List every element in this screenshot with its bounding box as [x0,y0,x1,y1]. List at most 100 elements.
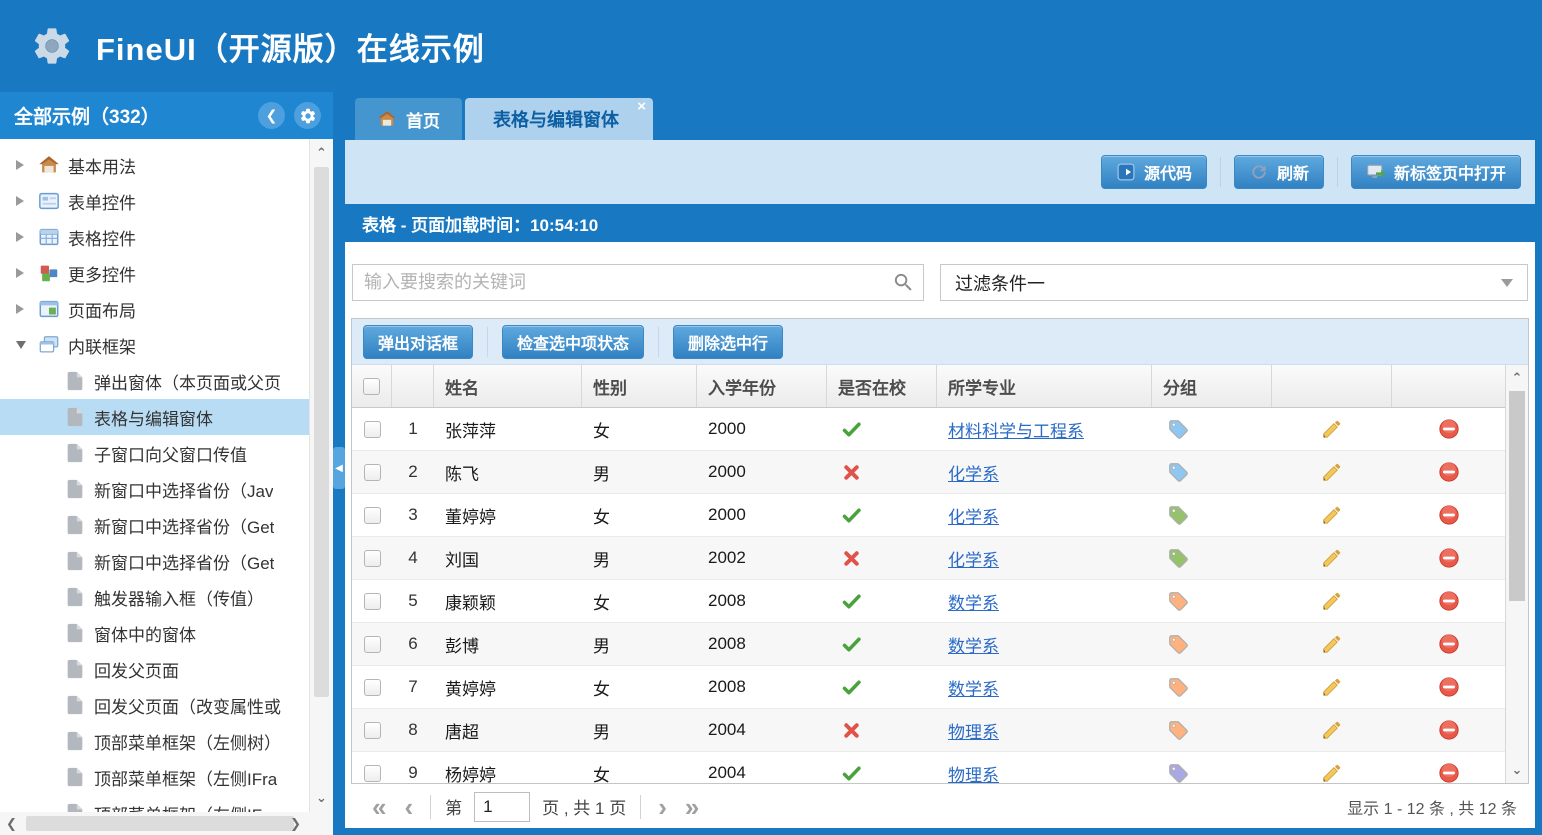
row-checkbox[interactable] [364,507,381,524]
scroll-right-icon[interactable]: ❯ [290,816,301,832]
delete-row-icon[interactable] [1438,418,1460,440]
major-link[interactable]: 物理系 [948,718,999,743]
tree-item-leaf-16[interactable]: 顶部菜单框架（左侧树） [0,723,309,759]
grid-button-1[interactable]: 检查选中项状态 [502,325,644,359]
tree-item-branch-4[interactable]: 页面布局 [0,291,309,327]
tree-item-leaf-7[interactable]: 表格与编辑窗体 [0,399,309,435]
sidebar-collapse-button[interactable]: ❮ [258,102,285,129]
delete-row-icon[interactable] [1438,762,1460,783]
row-checkbox[interactable] [364,593,381,610]
tree-item-leaf-12[interactable]: 触发器输入框（传值） [0,579,309,615]
sidebar-horizontal-scrollbar[interactable]: ❮ ❯ [0,812,333,835]
row-checkbox[interactable] [364,636,381,653]
major-link[interactable]: 数学系 [948,675,999,700]
row-checkbox[interactable] [364,421,381,438]
tree-item-leaf-11[interactable]: 新窗口中选择省份（Get [0,543,309,579]
edit-pencil-icon[interactable] [1321,762,1343,783]
delete-row-icon[interactable] [1438,547,1460,569]
expand-arrow-icon[interactable] [16,268,32,278]
edit-pencil-icon[interactable] [1321,504,1343,526]
row-checkbox[interactable] [364,765,381,782]
tree-item-branch-1[interactable]: 表单控件 [0,183,309,219]
edit-pencil-icon[interactable] [1321,418,1343,440]
grid-vertical-scrollbar[interactable]: ⌃ ⌄ [1505,365,1528,783]
tree-item-leaf-6[interactable]: 弹出窗体（本页面或父页 [0,363,309,399]
expand-arrow-icon[interactable] [16,232,32,242]
tree-item-leaf-8[interactable]: 子窗口向父窗口传值 [0,435,309,471]
major-link[interactable]: 化学系 [948,503,999,528]
table-row-9[interactable]: 9杨婷婷女2004物理系 [352,752,1505,783]
sidebar-vertical-scrollbar[interactable]: ⌃ ⌄ [309,139,333,812]
delete-row-icon[interactable] [1438,461,1460,483]
expand-arrow-icon[interactable] [16,160,32,170]
first-page-button[interactable]: « [372,797,386,817]
tree-item-leaf-18[interactable]: 顶部菜单框架（左侧IFra [0,795,309,812]
edit-pencil-icon[interactable] [1321,547,1343,569]
delete-row-icon[interactable] [1438,504,1460,526]
page-number-input[interactable] [474,792,530,822]
major-link[interactable]: 数学系 [948,632,999,657]
major-link[interactable]: 物理系 [948,761,999,784]
toolbar-button-2[interactable]: 新标签页中打开 [1351,155,1521,189]
row-checkbox[interactable] [364,679,381,696]
row-checkbox[interactable] [364,550,381,567]
major-link[interactable]: 数学系 [948,589,999,614]
major-link[interactable]: 化学系 [948,460,999,485]
tree-item-leaf-17[interactable]: 顶部菜单框架（左侧IFra [0,759,309,795]
toolbar-button-1[interactable]: 刷新 [1234,155,1324,189]
edit-pencil-icon[interactable] [1321,719,1343,741]
table-row-1[interactable]: 1张萍萍女2000材料科学与工程系 [352,408,1505,451]
prev-page-button[interactable]: ‹ [404,797,413,817]
tab-1-active[interactable]: 表格与编辑窗体× [465,98,653,140]
tree-item-branch-3[interactable]: 更多控件 [0,255,309,291]
table-row-5[interactable]: 5康颖颖女2008数学系 [352,580,1505,623]
table-row-8[interactable]: 8唐超男2004物理系 [352,709,1505,752]
sidebar-settings-button[interactable] [294,102,321,129]
select-all-checkbox[interactable] [363,378,380,395]
edit-pencil-icon[interactable] [1321,461,1343,483]
row-checkbox[interactable] [364,722,381,739]
tree-item-leaf-10[interactable]: 新窗口中选择省份（Get [0,507,309,543]
tree-item-leaf-13[interactable]: 窗体中的窗体 [0,615,309,651]
scroll-left-icon[interactable]: ❮ [6,816,17,832]
table-row-2[interactable]: 2陈飞男2000化学系 [352,451,1505,494]
search-input[interactable] [352,264,924,301]
delete-row-icon[interactable] [1438,676,1460,698]
scrollbar-thumb[interactable] [26,816,294,831]
table-row-7[interactable]: 7黄婷婷女2008数学系 [352,666,1505,709]
row-checkbox[interactable] [364,464,381,481]
scroll-up-icon[interactable]: ⌃ [1506,370,1528,386]
edit-pencil-icon[interactable] [1321,676,1343,698]
tree-item-branch-5[interactable]: 内联框架 [0,327,309,363]
tree-item-leaf-15[interactable]: 回发父页面（改变属性或 [0,687,309,723]
delete-row-icon[interactable] [1438,633,1460,655]
filter-dropdown[interactable]: 过滤条件一 [940,264,1528,301]
tab-close-icon[interactable]: × [637,100,646,114]
edit-pencil-icon[interactable] [1321,633,1343,655]
search-icon[interactable] [892,271,915,299]
collapse-arrow-icon[interactable] [16,341,32,349]
tree-item-leaf-14[interactable]: 回发父页面 [0,651,309,687]
next-page-button[interactable]: › [658,797,667,817]
table-row-6[interactable]: 6彭博男2008数学系 [352,623,1505,666]
table-row-3[interactable]: 3董婷婷女2000化学系 [352,494,1505,537]
tree-item-branch-0[interactable]: 基本用法 [0,147,309,183]
table-row-4[interactable]: 4刘国男2002化学系 [352,537,1505,580]
tab-0[interactable]: 首页 [355,98,462,140]
grid-button-2[interactable]: 删除选中行 [673,325,783,359]
expand-arrow-icon[interactable] [16,196,32,206]
scroll-up-icon[interactable]: ⌃ [310,145,333,161]
tree-item-leaf-9[interactable]: 新窗口中选择省份（Jav [0,471,309,507]
major-link[interactable]: 材料科学与工程系 [948,417,1084,442]
splitter-collapse-handle[interactable]: ◀ [333,447,345,489]
toolbar-button-0[interactable]: 源代码 [1101,155,1207,189]
sidebar-splitter[interactable]: ◀ [333,92,345,835]
scroll-down-icon[interactable]: ⌄ [310,790,333,806]
delete-row-icon[interactable] [1438,590,1460,612]
grid-button-0[interactable]: 弹出对话框 [363,325,473,359]
edit-pencil-icon[interactable] [1321,590,1343,612]
scrollbar-thumb[interactable] [314,167,329,697]
last-page-button[interactable]: » [685,797,699,817]
scroll-down-icon[interactable]: ⌄ [1506,762,1528,778]
delete-row-icon[interactable] [1438,719,1460,741]
